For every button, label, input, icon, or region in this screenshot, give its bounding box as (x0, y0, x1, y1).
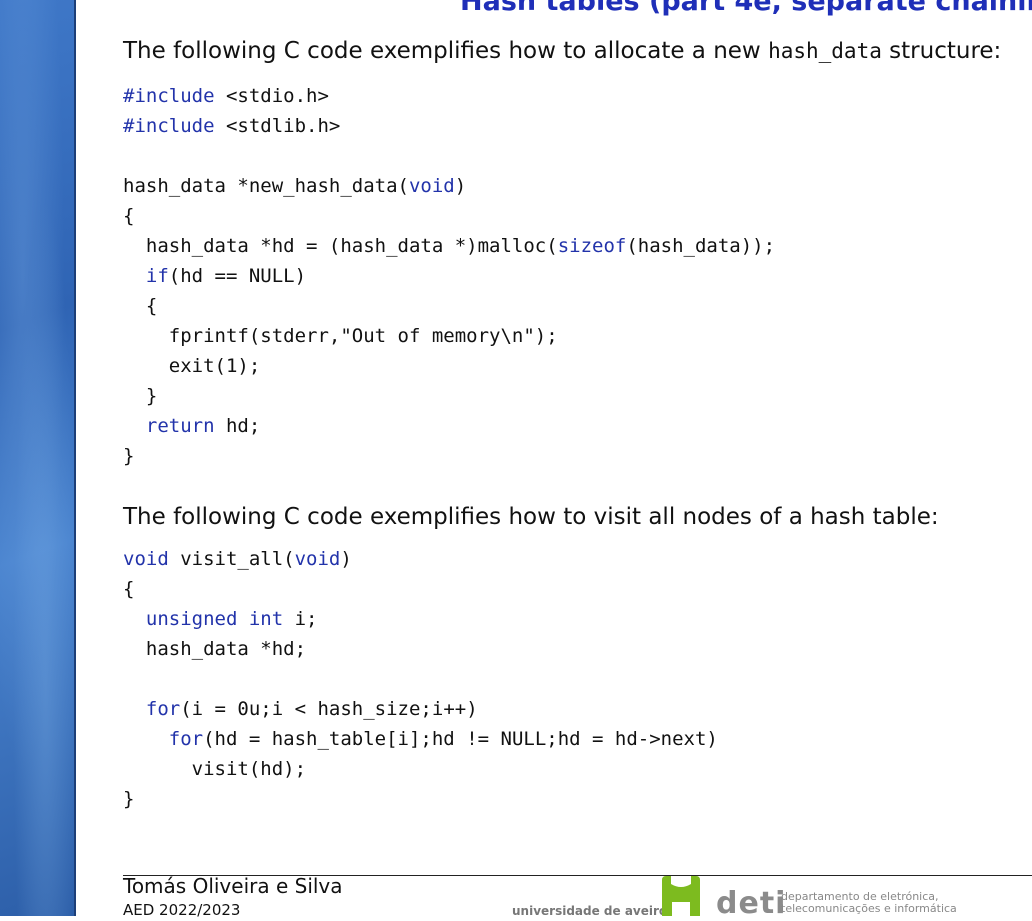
department-line-2: telecomunicações e informática (781, 902, 957, 915)
slide-title: Hash tables (part 4e, separate chaining) (460, 0, 1032, 17)
code-token: visit_all( (168, 548, 295, 570)
code-token: hash_data *new_hash_data( (123, 175, 409, 197)
code-block-allocate: #include <stdio.h> #include <stdlib.h> has… (123, 81, 775, 471)
paragraph-allocate-after: structure: (881, 38, 1002, 64)
code-token: { (123, 205, 135, 227)
paragraph-visit: The following C code exemplifies how to … (123, 504, 939, 530)
code-token: (hd == NULL) (168, 265, 307, 287)
code-line: { (123, 291, 775, 321)
code-token: <stdlib.h> (214, 115, 341, 137)
code-line: hash_data *hd = (hash_data *)malloc(size… (123, 231, 775, 261)
code-token: ) (454, 175, 467, 197)
code-keyword: #include (123, 85, 215, 107)
code-line: exit(1); (123, 351, 775, 381)
code-line: for(i = 0u;i < hash_size;i++) (123, 694, 718, 724)
code-token: exit(1); (123, 355, 261, 377)
department-name: departamento de eletrónica, telecomunica… (781, 891, 957, 915)
code-token: (hash_data)); (626, 235, 776, 257)
paragraph-allocate-code: hash_data (768, 39, 882, 63)
code-token: fprintf(stderr,"Out of memory\n"); (123, 325, 558, 347)
code-keyword: sizeof (557, 235, 627, 257)
code-token: } (123, 788, 135, 810)
code-keyword: if (145, 265, 169, 287)
code-line: } (123, 381, 775, 411)
code-keyword: for (145, 698, 181, 720)
code-line: #include <stdio.h> (123, 81, 775, 111)
code-token: hd; (214, 415, 261, 437)
code-line: if(hd == NULL) (123, 261, 775, 291)
code-line: hash_data *new_hash_data(void) (123, 171, 775, 201)
paragraph-allocate: The following C code exemplifies how to … (123, 38, 1001, 64)
code-line: fprintf(stderr,"Out of memory\n"); (123, 321, 775, 351)
code-line: #include <stdlib.h> (123, 111, 775, 141)
code-block-visit: void visit_all(void) { unsigned int i; ha… (123, 544, 718, 814)
paragraph-allocate-before: The following C code exemplifies how to … (123, 38, 769, 64)
code-line: visit(hd); (123, 754, 718, 784)
code-keyword: #include (123, 115, 215, 137)
code-token: ) (340, 548, 352, 570)
code-keyword: for (168, 728, 204, 750)
footer-author: Tomás Oliveira e Silva (123, 874, 343, 898)
code-keyword: void (294, 548, 341, 570)
code-token: { (123, 578, 135, 600)
code-line: hash_data *hd; (123, 634, 718, 664)
code-line: { (123, 201, 775, 231)
code-line: } (123, 784, 718, 814)
code-line: { (123, 574, 718, 604)
code-token: hash_data *hd = (hash_data *)malloc( (123, 235, 558, 257)
code-line: unsigned int i; (123, 604, 718, 634)
code-token: (hd = hash_table[i];hd != NULL;hd = hd->… (203, 728, 718, 750)
code-token: } (123, 445, 135, 467)
code-keyword: void (123, 548, 169, 570)
code-token: i; (283, 608, 318, 630)
code-token: <stdio.h> (214, 85, 329, 107)
code-keyword: void (408, 175, 455, 197)
code-line: void visit_all(void) (123, 544, 718, 574)
code-line: return hd; (123, 411, 775, 441)
code-keyword: unsigned int (145, 608, 284, 630)
code-line: for(hd = hash_table[i];hd != NULL;hd = h… (123, 724, 718, 754)
code-token: hash_data *hd; (123, 638, 307, 660)
code-keyword: return (145, 415, 215, 437)
code-line: } (123, 441, 775, 471)
footer-course: AED 2022/2023 (123, 901, 241, 919)
code-token: } (123, 385, 158, 407)
code-token: { (123, 295, 158, 317)
university-logo-icon (662, 876, 700, 916)
code-token: visit(hd); (123, 758, 307, 780)
code-token: (i = 0u;i < hash_size;i++) (180, 698, 478, 720)
sidebar-decoration (0, 0, 76, 916)
